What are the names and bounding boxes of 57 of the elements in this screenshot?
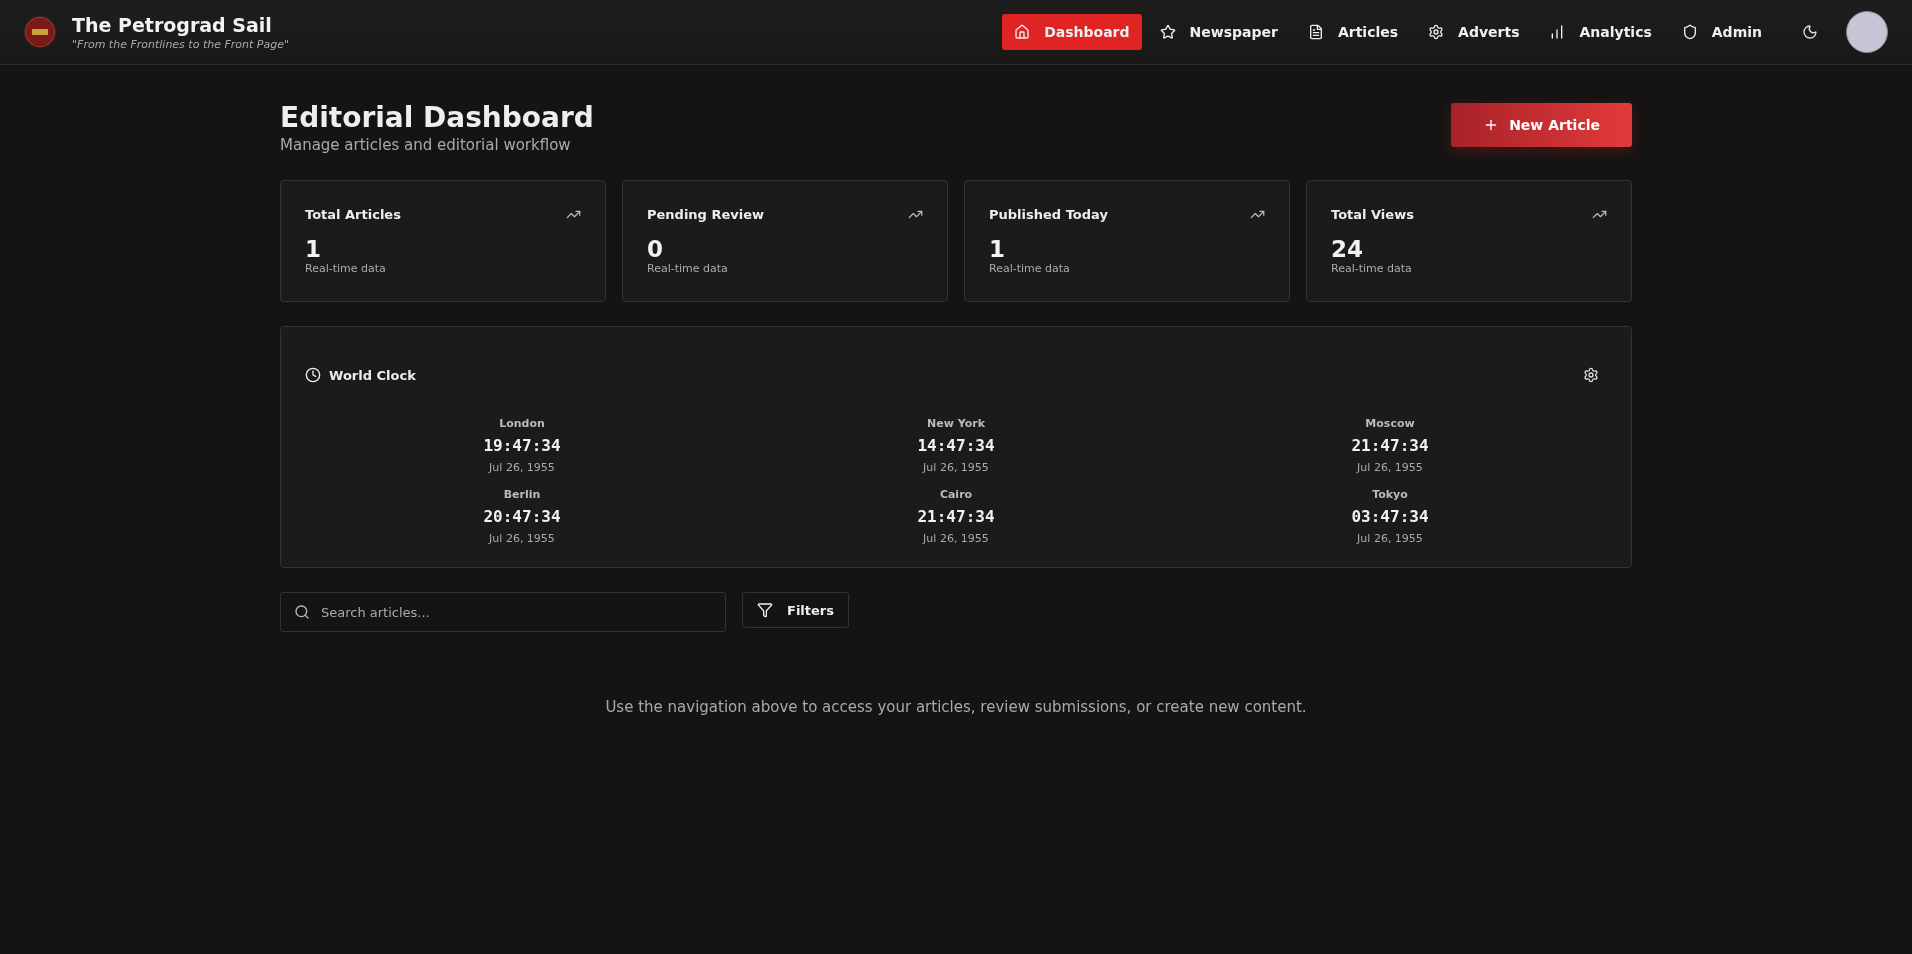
clock-date: Jul 26, 1955 xyxy=(1357,532,1423,545)
shield-icon xyxy=(1681,24,1698,40)
card-title: World Clock xyxy=(329,367,416,383)
clock-time: 21:47:34 xyxy=(1351,436,1429,455)
stat-label: Total Views xyxy=(1331,207,1414,222)
city-name: New York xyxy=(927,417,985,430)
city-name: Cairo xyxy=(939,488,973,501)
clock-time: 19:47:34 xyxy=(483,436,561,455)
stat-value: 0 xyxy=(647,236,664,262)
stat-value: 1 xyxy=(305,236,322,262)
nav-tab[interactable]: Adverts xyxy=(1416,14,1532,50)
clock-date: Jul 26, 1955 xyxy=(489,461,555,474)
nav-tab[interactable]: Dashboard xyxy=(1002,14,1142,50)
nav-tab[interactable]: Articles xyxy=(1295,14,1411,50)
nav-tab[interactable]: Admin xyxy=(1669,14,1774,50)
avatar[interactable] xyxy=(1846,11,1888,53)
city-name: Berlin xyxy=(503,488,541,501)
clock-icon xyxy=(305,367,321,383)
stat-note: Real-time data xyxy=(1331,262,1413,275)
clock-time: 20:47:34 xyxy=(483,507,561,526)
stat-note: Real-time data xyxy=(647,262,729,275)
stat-value: 1 xyxy=(989,236,1006,262)
clock-date: Jul 26, 1955 xyxy=(923,532,989,545)
clock-time: 21:47:34 xyxy=(917,507,995,526)
clock-date: Jul 26, 1955 xyxy=(489,532,555,545)
logo-icon xyxy=(24,16,56,48)
clock-time: 14:47:34 xyxy=(917,436,995,455)
city-name: Tokyo xyxy=(1372,488,1408,501)
search-icon xyxy=(294,604,310,620)
stat-label: Pending Review xyxy=(647,207,765,222)
settings-icon xyxy=(1583,367,1599,383)
clock-date: Jul 26, 1955 xyxy=(1357,461,1423,474)
stat-value: 24 xyxy=(1331,236,1364,262)
stat-note: Real-time data xyxy=(305,262,387,275)
nav-tab[interactable]: Analytics xyxy=(1537,14,1664,50)
new-article-button[interactable]: New Article xyxy=(1451,103,1632,147)
clock-time: 03:47:34 xyxy=(1351,507,1429,526)
stat-label: Total Articles xyxy=(305,207,401,222)
tagline: "From the Frontlines to the Front Page" xyxy=(72,37,289,51)
city-name: Moscow xyxy=(1365,417,1415,430)
info-message: Use the navigation above to access your articles, review submissions, or create new content. xyxy=(604,698,1308,716)
gear-icon xyxy=(1428,24,1445,40)
home-icon xyxy=(1014,24,1031,40)
search-field[interactable]: Search articles... xyxy=(280,592,726,632)
clock-date: Jul 26, 1955 xyxy=(923,461,989,474)
site-title: The Petrograd Sail xyxy=(72,13,273,36)
page-title: Editorial Dashboard xyxy=(280,101,594,134)
star-icon xyxy=(1159,24,1176,40)
document-icon xyxy=(1307,24,1324,40)
city-name: London xyxy=(499,417,545,430)
page-subtitle: Manage articles and editorial workflow xyxy=(280,136,572,154)
filter-icon xyxy=(757,602,773,618)
filters-button[interactable]: Filters xyxy=(742,592,849,628)
stat-label: Published Today xyxy=(989,207,1108,222)
stat-note: Real-time data xyxy=(989,262,1071,275)
nav-tab[interactable]: Newspaper xyxy=(1147,14,1290,50)
moon-icon xyxy=(1802,24,1818,40)
